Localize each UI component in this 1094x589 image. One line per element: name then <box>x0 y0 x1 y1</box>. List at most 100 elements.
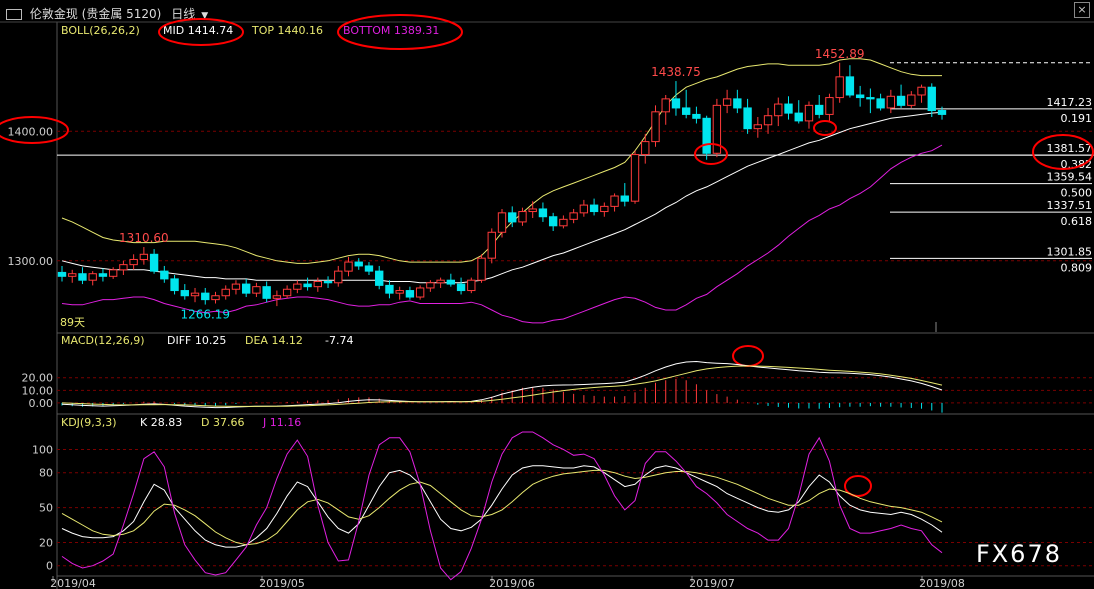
candle-down <box>702 117 711 154</box>
candle-down <box>405 290 415 298</box>
x-tick-label: 2019/08 <box>919 577 965 589</box>
candle-down <box>98 273 108 277</box>
candle-down <box>385 284 394 294</box>
candle-down <box>354 261 363 267</box>
candle-down <box>866 97 875 100</box>
candle-down <box>149 253 159 272</box>
annotation-ellipse <box>732 345 764 367</box>
candle-down <box>589 204 599 213</box>
price-label: 1310.60 <box>119 231 169 245</box>
kdj-title: KDJ(9,3,3) <box>61 416 117 429</box>
candle-up <box>835 76 844 99</box>
y-tick-label: 20 <box>39 536 53 549</box>
candle-up <box>467 279 476 292</box>
candle-up <box>252 286 261 294</box>
candle-up <box>661 98 670 113</box>
macd-hist-value: -7.74 <box>325 334 353 347</box>
kdj-d-value: D 37.66 <box>201 416 244 429</box>
candle-up <box>190 292 200 297</box>
y-tick-label: 50 <box>39 502 53 515</box>
candle-down <box>170 278 179 292</box>
candle-up <box>917 86 926 96</box>
candle-down <box>57 271 67 277</box>
fib-price-label: 1359.54 <box>1047 171 1093 184</box>
candle-down <box>242 283 251 294</box>
candle-up <box>569 212 578 220</box>
candle-up <box>610 195 619 207</box>
x-tick-label: 2019/05 <box>259 577 305 589</box>
candle-up <box>68 273 77 277</box>
candle-up <box>221 288 230 297</box>
candle-up <box>395 290 404 294</box>
candle-up <box>293 283 302 290</box>
candle-up <box>651 111 660 143</box>
candle-up <box>641 141 650 156</box>
macd-title: MACD(12,26,9) <box>61 334 145 347</box>
candle-down <box>743 107 752 130</box>
candle-down <box>937 110 947 115</box>
boll-mid-value: MID 1414.74 <box>163 24 233 37</box>
candle-down <box>896 95 906 106</box>
candle-down <box>160 270 169 280</box>
kdj-k-line <box>61 465 943 548</box>
candle-down <box>508 212 517 223</box>
candle-up <box>722 98 732 106</box>
x-tick-label: 2019/07 <box>689 577 735 589</box>
candle-down <box>364 265 374 272</box>
y-tick-label: 1300.00 <box>8 255 54 268</box>
candle-down <box>876 98 885 109</box>
candle-down <box>375 270 384 286</box>
candle-down <box>927 86 936 112</box>
candle-down <box>548 216 558 227</box>
y-tick-label: 80 <box>39 467 53 480</box>
y-tick-label: 1400.00 <box>8 125 54 138</box>
candle-down <box>180 290 189 297</box>
candle-up <box>579 204 589 214</box>
candle-up <box>436 279 445 284</box>
candle-down <box>323 280 333 284</box>
candle-up <box>518 211 527 223</box>
fib-price-label: 1301.85 <box>1047 245 1093 258</box>
candle-up <box>600 205 609 213</box>
candle-down <box>671 98 681 109</box>
candle-up <box>88 273 97 281</box>
candle-up <box>477 257 486 281</box>
watermark-logo: FX678 <box>976 540 1062 568</box>
boll-mid-line <box>61 111 943 284</box>
candle-up <box>282 288 292 297</box>
fib-ratio-label: 0.618 <box>1061 215 1093 228</box>
candle-down <box>855 94 865 99</box>
candle-up <box>630 154 640 202</box>
candle-down <box>620 195 629 202</box>
candle-down <box>845 76 855 96</box>
fib-price-label: 1337.51 <box>1047 199 1093 212</box>
period-days-note: 89天 <box>60 316 85 329</box>
kdj-j-value: J 11.16 <box>262 416 301 429</box>
candle-up <box>528 208 537 213</box>
candle-down <box>201 292 210 301</box>
candle-up <box>774 103 783 117</box>
boll-bottom-value: BOTTOM 1389.31 <box>343 24 439 37</box>
y-tick-label: 0.00 <box>29 397 54 410</box>
candle-up <box>272 295 282 299</box>
candle-up <box>907 94 916 106</box>
candle-up <box>825 97 834 115</box>
macd-dea-value: DEA 14.12 <box>245 334 303 347</box>
candle-down <box>815 104 824 115</box>
y-tick-label: 20.00 <box>22 372 54 385</box>
candle-up <box>119 264 128 271</box>
candle-up <box>753 124 762 130</box>
candle-down <box>262 286 271 299</box>
candle-up <box>129 258 138 266</box>
y-tick-label: 0 <box>46 560 53 573</box>
y-tick-label: 10.00 <box>22 384 54 397</box>
candle-up <box>426 282 435 289</box>
candle-up <box>313 280 322 288</box>
candle-up <box>139 253 149 260</box>
candle-down <box>303 283 312 288</box>
candle-up <box>108 269 118 277</box>
price-label: 1266.19 <box>180 308 230 322</box>
x-tick-label: 2019/06 <box>489 577 535 589</box>
candle-up <box>344 261 353 272</box>
candle-down <box>538 208 548 218</box>
